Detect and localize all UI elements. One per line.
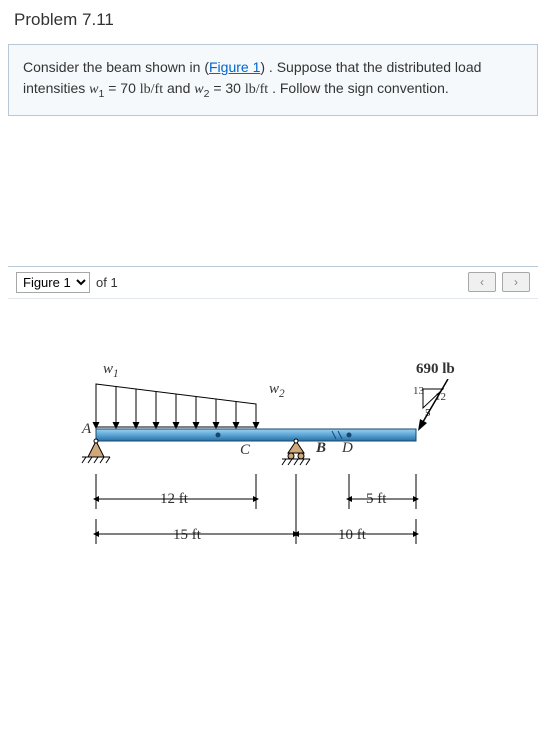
beam-body <box>96 429 416 441</box>
text: = 30 <box>209 80 244 96</box>
text: . Follow the sign convention. <box>268 80 449 96</box>
figure-link[interactable]: Figure 1 <box>209 59 260 75</box>
unit: lb/ft <box>140 82 163 97</box>
symbol-w2: w <box>194 82 203 97</box>
text: = 70 <box>104 80 139 96</box>
figure-navigator: Figure 1 of 1 ‹ › <box>8 266 538 299</box>
distributed-load-arrows <box>93 384 259 428</box>
label-point-load: 690 lb <box>416 361 455 378</box>
text: Consider the beam shown in ( <box>23 59 209 75</box>
problem-statement: Consider the beam shown in (Figure 1) . … <box>8 44 538 116</box>
label-w1: w1 <box>103 361 119 380</box>
unit: lb/ft <box>245 82 268 97</box>
node-D <box>347 432 352 437</box>
dim-row-1 <box>96 474 416 509</box>
beam-diagram-svg <box>78 379 458 579</box>
next-figure-button[interactable]: › <box>502 272 530 292</box>
support-roller-B <box>282 439 310 465</box>
prev-figure-button[interactable]: ‹ <box>468 272 496 292</box>
figure-select[interactable]: Figure 1 <box>16 272 90 293</box>
text: and <box>163 80 194 96</box>
figure-count: of 1 <box>96 275 118 290</box>
point-load-arrow <box>418 379 448 431</box>
problem-title: Problem 7.11 <box>0 0 546 44</box>
symbol-w1: w <box>89 82 98 97</box>
node-mid <box>216 432 221 437</box>
figure-canvas: w1 w2 690 lb 13 12 5 A C B D 12 ft 5 ft … <box>8 299 538 649</box>
support-pin-A <box>82 439 110 463</box>
